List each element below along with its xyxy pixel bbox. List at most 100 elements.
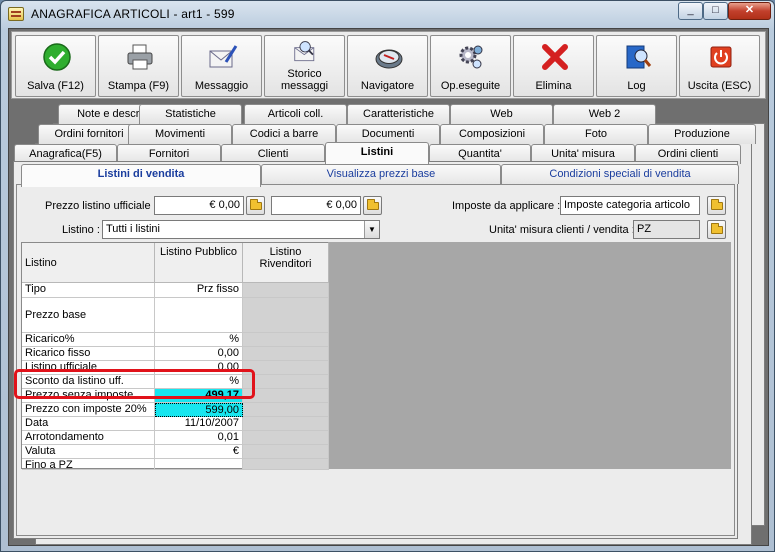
tab-movimenti[interactable]: Movimenti xyxy=(128,124,232,144)
row-rivenditori-cell[interactable] xyxy=(243,431,329,445)
prezzo-listino-field-2[interactable]: € 0,00 xyxy=(271,196,361,215)
folder-button-1[interactable] xyxy=(246,196,265,215)
row-label: Data xyxy=(22,417,155,431)
listini-content: Prezzo listino ufficiale : € 0,00 € 0,00… xyxy=(16,184,735,536)
row-value-selected[interactable]: 599,00 xyxy=(155,403,243,417)
row-label: Tipo xyxy=(22,283,155,298)
row-value[interactable]: 0,00 xyxy=(155,361,243,375)
imposte-field[interactable]: Imposte categoria articolo xyxy=(560,196,700,215)
tab-listini[interactable]: Listini xyxy=(325,142,429,164)
folder-icon xyxy=(250,199,262,210)
row-value[interactable]: 0,00 xyxy=(155,347,243,361)
row-label: Listino ufficiale xyxy=(22,361,155,375)
tab-ordini-fornitori[interactable]: Ordini fornitori xyxy=(38,124,140,144)
table-row: Prezzo con imposte 20% 599,00 xyxy=(22,403,329,417)
delete-label: Elimina xyxy=(535,80,572,92)
folder-icon xyxy=(711,223,723,234)
row-rivenditori-cell[interactable] xyxy=(243,445,329,459)
tab-statistiche[interactable]: Statistiche xyxy=(139,104,242,124)
tab-web[interactable]: Web xyxy=(450,104,553,124)
tab-produzione[interactable]: Produzione xyxy=(648,124,756,144)
compass-icon xyxy=(375,49,403,69)
row-value[interactable]: € xyxy=(155,445,243,459)
tab-listini-vendita[interactable]: Listini di vendita xyxy=(21,164,261,187)
listini-panel: Listini di vendita Visualizza prezzi bas… xyxy=(13,161,739,539)
row-label: Prezzo senza imposte xyxy=(22,389,155,403)
row-rivenditori-cell[interactable] xyxy=(243,403,329,417)
row-rivenditori-cell[interactable] xyxy=(243,333,329,347)
chevron-down-icon[interactable]: ▼ xyxy=(364,221,379,238)
tab-composizioni[interactable]: Composizioni xyxy=(440,124,544,144)
folder-button-3[interactable] xyxy=(707,196,726,215)
print-button[interactable]: Stampa (F9) xyxy=(98,35,179,97)
gears-search-icon xyxy=(459,45,483,69)
row-label: Ricarico% xyxy=(22,333,155,347)
row-value[interactable] xyxy=(155,459,243,470)
tab-documenti[interactable]: Documenti xyxy=(336,124,440,144)
grid-header-pubblico[interactable]: Listino Pubblico xyxy=(155,243,243,283)
operations-button[interactable]: Op.eseguite xyxy=(430,35,511,97)
row-rivenditori-cell[interactable] xyxy=(243,459,329,470)
imposte-label: Imposte da applicare : xyxy=(452,200,561,212)
row-rivenditori-cell[interactable] xyxy=(243,417,329,431)
listino-select-value: Tutti i listini xyxy=(106,223,160,235)
save-button[interactable]: Salva (F12) xyxy=(15,35,96,97)
log-button[interactable]: Log xyxy=(596,35,677,97)
row-value[interactable]: 0,01 xyxy=(155,431,243,445)
table-row: Prezzo senza imposte 499,17 xyxy=(22,389,329,403)
maximize-button[interactable]: □ xyxy=(703,2,728,20)
minimize-button[interactable]: _ xyxy=(678,2,703,20)
table-row: Arrotondamento 0,01 xyxy=(22,431,329,445)
row-value[interactable]: Prz fisso xyxy=(155,283,243,298)
row-rivenditori-cell[interactable] xyxy=(243,361,329,375)
row-value[interactable]: 499,17 xyxy=(155,389,243,403)
table-row: Data 11/10/2007 xyxy=(22,417,329,431)
tab-foto[interactable]: Foto xyxy=(544,124,648,144)
exit-button[interactable]: Uscita (ESC) xyxy=(679,35,760,97)
row-rivenditori-cell[interactable] xyxy=(243,389,329,403)
row-label: Fino a PZ xyxy=(22,459,155,470)
tab-articoli-coll[interactable]: Articoli coll. xyxy=(244,104,347,124)
navigator-button[interactable]: Navigatore xyxy=(347,35,428,97)
delete-button[interactable]: Elimina xyxy=(513,35,594,97)
unita-misura-label: Unita' misura clienti / vendita : xyxy=(489,224,635,236)
prezzo-listino-field-1[interactable]: € 0,00 xyxy=(154,196,244,215)
folder-button-2[interactable] xyxy=(363,196,382,215)
tab-visualizza-prezzi-base[interactable]: Visualizza prezzi base xyxy=(261,164,501,184)
tab-caratteristiche[interactable]: Caratteristiche xyxy=(347,104,450,124)
message-history-button[interactable]: Storico messaggi xyxy=(264,35,345,97)
row-rivenditori-cell[interactable] xyxy=(243,375,329,389)
row-value[interactable]: 11/10/2007 xyxy=(155,417,243,431)
row-rivenditori-cell[interactable] xyxy=(243,283,329,298)
message-label: Messaggio xyxy=(194,80,249,92)
exit-label: Uscita (ESC) xyxy=(687,80,752,92)
grid-header-listino: Listino xyxy=(22,243,155,283)
row-rivenditori-cell[interactable] xyxy=(243,347,329,361)
row-value[interactable]: % xyxy=(155,333,243,347)
envelope-pen-icon xyxy=(209,45,238,68)
folder-button-4[interactable] xyxy=(707,220,726,239)
row-label: Prezzo base xyxy=(22,298,155,333)
tab-web-2[interactable]: Web 2 xyxy=(553,104,656,124)
grid-header-rivenditori[interactable]: Listino Rivenditori xyxy=(243,243,329,283)
row-value[interactable] xyxy=(155,298,243,333)
row-rivenditori-cell[interactable] xyxy=(243,298,329,333)
table-row: Tipo Prz fisso xyxy=(22,283,329,298)
listino-select[interactable]: Tutti i listini ▼ xyxy=(102,220,380,239)
tab-condizioni-speciali[interactable]: Condizioni speciali di vendita xyxy=(501,164,739,184)
close-button[interactable]: ✕ xyxy=(728,2,771,20)
row-label: Arrotondamento xyxy=(22,431,155,445)
red-x-icon xyxy=(542,44,568,70)
row-value[interactable]: % xyxy=(155,375,243,389)
folder-icon xyxy=(367,199,379,210)
toolbar: Salva (F12) Stampa (F9) Messaggio Storic… xyxy=(11,31,766,99)
operations-label: Op.eseguite xyxy=(440,80,501,92)
table-row: Fino a PZ xyxy=(22,459,329,470)
check-icon xyxy=(43,43,71,71)
unita-misura-field[interactable]: PZ xyxy=(633,220,700,239)
message-button[interactable]: Messaggio xyxy=(181,35,262,97)
printer-icon xyxy=(127,44,153,70)
envelope-search-icon xyxy=(294,41,315,62)
tab-codici-a-barre[interactable]: Codici a barre xyxy=(232,124,336,144)
log-label: Log xyxy=(627,80,646,92)
